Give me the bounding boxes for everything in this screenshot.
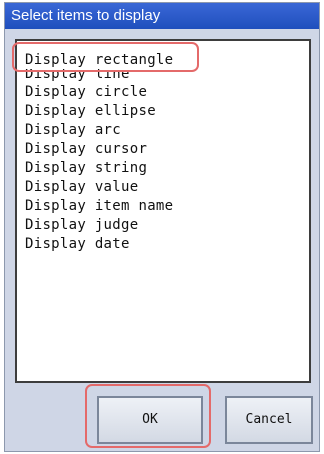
cancel-button[interactable]: Cancel [225,396,313,444]
list-item-display-judge[interactable]: Display judge [25,216,138,234]
list-item-display-rectangle[interactable]: Display rectangle [25,51,174,69]
dialog-title: Select items to display [5,3,319,29]
list-item-display-item-name[interactable]: Display item name [25,197,173,215]
list-item-display-date[interactable]: Display date [25,235,130,253]
list-item-display-value[interactable]: Display value [25,178,138,196]
list-item-display-cursor[interactable]: Display cursor [25,140,147,158]
select-items-dialog: Select items to display Display rectangl… [4,2,320,452]
list-item-display-circle[interactable]: Display circle [25,83,147,101]
ok-button[interactable]: OK [97,396,203,444]
display-items-listbox[interactable]: Display rectangle Display line Display c… [15,39,311,383]
list-item-display-ellipse[interactable]: Display ellipse [25,102,156,120]
list-item-display-string[interactable]: Display string [25,159,147,177]
list-item-display-arc[interactable]: Display arc [25,121,121,139]
